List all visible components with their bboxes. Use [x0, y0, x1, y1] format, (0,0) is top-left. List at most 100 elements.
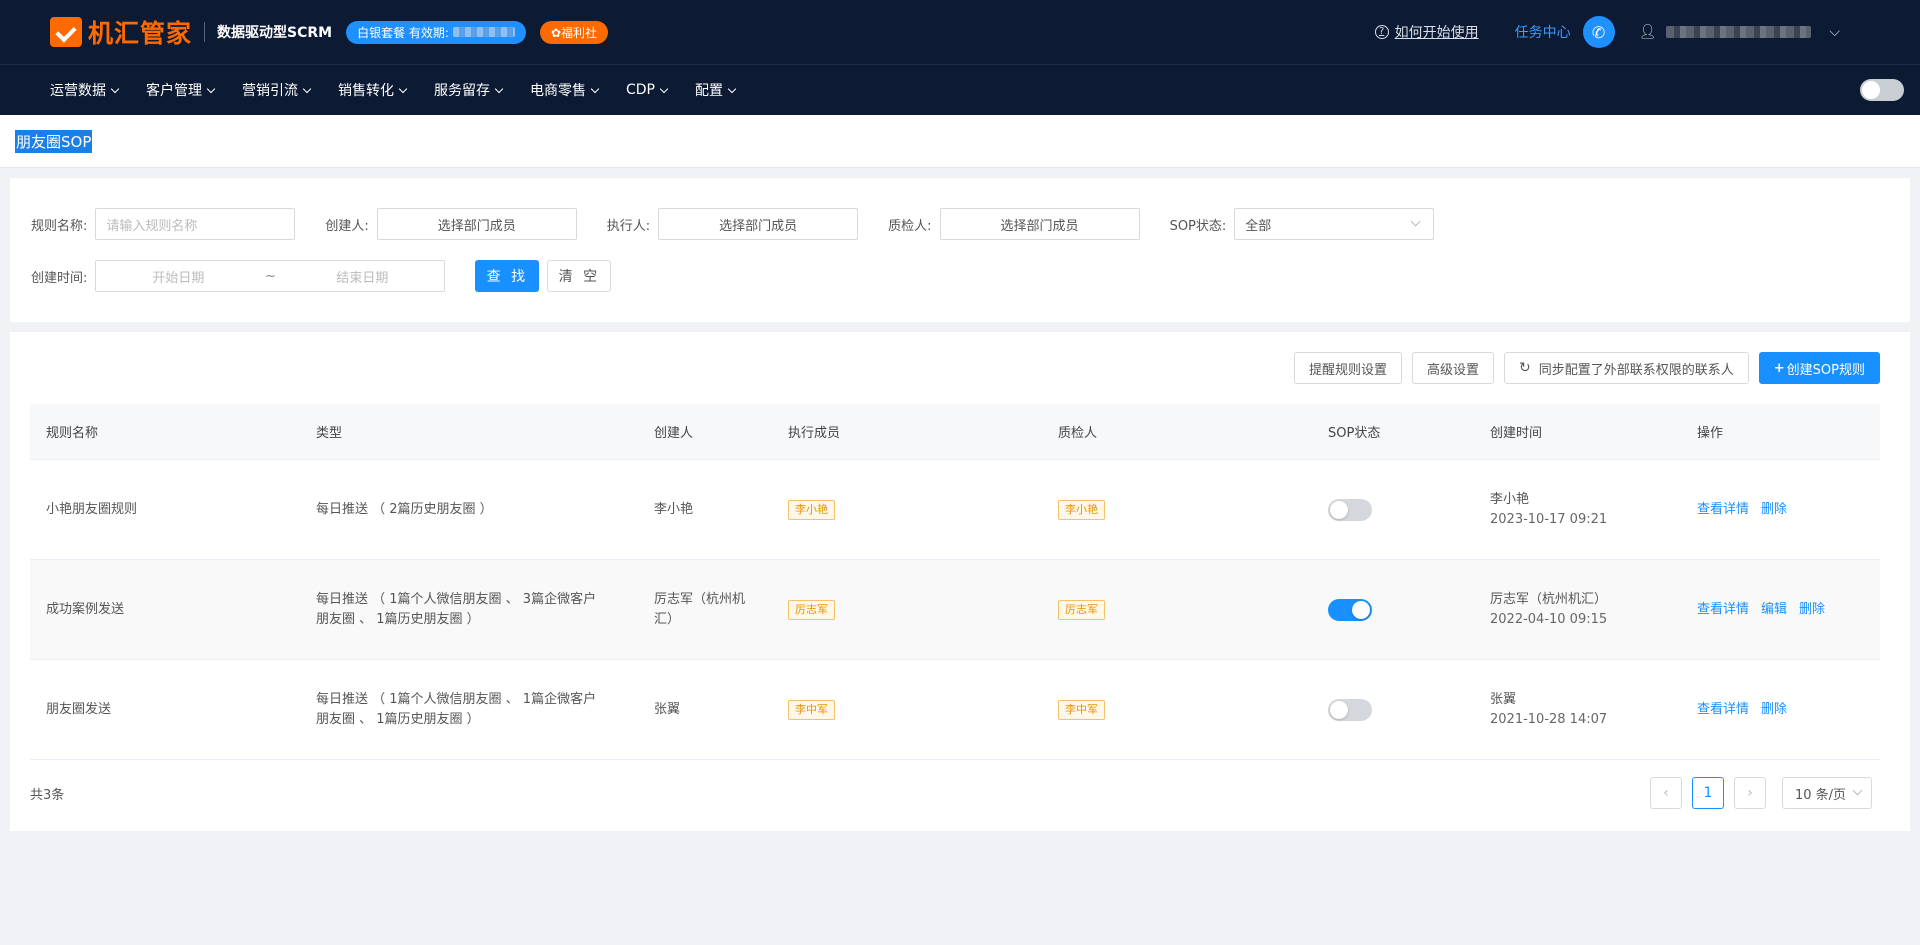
nav-item-config[interactable]: 配置: [695, 80, 737, 100]
executor-tag: 李小艳: [788, 499, 835, 520]
chevron-down-icon: [110, 84, 120, 93]
nav-item-cdp[interactable]: CDP: [626, 82, 669, 98]
reminder-settings-button[interactable]: 提醒规则设置: [1293, 352, 1402, 384]
nav-item-ops-data[interactable]: 运营数据: [50, 80, 120, 100]
column-header: 创建时间: [1490, 426, 1543, 441]
gift-icon: ✿: [550, 25, 562, 40]
plus-icon: +: [1773, 360, 1785, 376]
rules-table: 规则名称 类型 创建人 执行成员 质检人 SOP状态 创建时间 操作 小艳朋友圈…: [30, 404, 1880, 760]
chevron-left-icon: ‹: [1663, 785, 1669, 801]
sop-status-toggle[interactable]: [1328, 698, 1372, 721]
nav-item-marketing[interactable]: 营销引流: [242, 80, 312, 100]
welfare-badge[interactable]: ✿福利社: [539, 20, 609, 44]
chevron-down-icon: [659, 84, 669, 93]
brand-logo[interactable]: 机汇管家: [50, 14, 192, 50]
delete-link[interactable]: 删除: [1799, 602, 1825, 617]
sop-status-toggle[interactable]: [1328, 498, 1372, 521]
executor-tag: 李中军: [788, 699, 835, 720]
row-actions: 查看详情 删除: [1681, 500, 1869, 520]
column-header: 执行成员: [788, 426, 841, 441]
chevron-down-icon: [206, 84, 216, 93]
view-details-link[interactable]: 查看详情: [1697, 502, 1749, 517]
row-actions: 查看详情 编辑 删除: [1681, 600, 1869, 620]
table-row: 朋友圈发送 每日推送 （ 1篇个人微信朋友圈 、 1篇企微客户朋友圈 、 1篇历…: [30, 660, 1880, 760]
executor-cell: 李小艳: [772, 499, 1042, 520]
date-range-picker[interactable]: 开始日期 ~ 结束日期: [95, 260, 446, 292]
view-details-link[interactable]: 查看详情: [1697, 702, 1749, 717]
phone-icon[interactable]: ✆: [1582, 16, 1615, 48]
sync-external-button[interactable]: ↻ 同步配置了外部联系权限的联系人: [1504, 352, 1749, 384]
plan-badge[interactable]: 白银套餐 有效期:: [346, 20, 526, 44]
nav-label: CDP: [626, 82, 655, 98]
rule-name-input[interactable]: 请输入规则名称: [95, 208, 296, 240]
chevron-right-icon: ›: [1747, 785, 1753, 801]
inspector-cell: 李小艳: [1042, 499, 1312, 520]
nav-label: 客户管理: [146, 83, 202, 99]
creator-label: 创建人:: [325, 218, 369, 234]
nav-label: 销售转化: [338, 83, 394, 99]
created-by: 厉志军（杭州机汇）: [1490, 591, 1608, 607]
rule-type: 每日推送 （ 1篇个人微信朋友圈 、 1篇企微客户朋友圈 、 1篇历史朋友圈 ）: [316, 691, 597, 727]
inspector-select[interactable]: 选择部门成员: [939, 208, 1140, 240]
created-time-label: 创建时间:: [31, 270, 88, 286]
nav-item-sales[interactable]: 销售转化: [338, 80, 408, 100]
page-size-select[interactable]: 10 条/页: [1782, 777, 1872, 809]
pagination: ‹ 1 › 10 条/页: [1650, 777, 1872, 809]
created-by: 张翼: [1490, 691, 1517, 707]
sop-status-toggle[interactable]: [1328, 598, 1372, 621]
column-header: 操作: [1697, 426, 1724, 441]
prev-page-button[interactable]: ‹: [1650, 777, 1682, 809]
rule-name: 朋友圈发送: [46, 701, 112, 717]
created-at: 2022-04-10 09:15: [1490, 611, 1608, 627]
chevron-down-icon: [1852, 785, 1863, 796]
sop-status-select[interactable]: 全部: [1234, 208, 1435, 240]
rule-creator: 李小艳: [654, 501, 694, 517]
create-sop-rule-button[interactable]: + 创建SOP规则: [1758, 352, 1880, 384]
column-header: 质检人: [1058, 426, 1098, 441]
next-page-button[interactable]: ›: [1734, 777, 1766, 809]
chevron-down-icon: [302, 84, 312, 93]
start-date-input[interactable]: 开始日期: [96, 267, 260, 286]
table-row: 成功案例发送 每日推送 （ 1篇个人微信朋友圈 、 3篇企微客户朋友圈 、 1篇…: [30, 560, 1880, 660]
task-center-link[interactable]: 任务中心: [1515, 22, 1571, 42]
nav-label: 营销引流: [242, 83, 298, 99]
nav-label: 电商零售: [530, 83, 586, 99]
main-nav: 运营数据 客户管理 营销引流 销售转化 服务留存 电商零售 CDP 配置: [0, 64, 1920, 115]
chevron-down-icon[interactable]: ⌵: [1829, 24, 1840, 40]
theme-toggle[interactable]: [1860, 79, 1904, 101]
table-toolbar: 提醒规则设置 高级设置 ↻ 同步配置了外部联系权限的联系人 + 创建SOP规则: [1293, 352, 1880, 384]
column-header: 规则名称: [46, 426, 99, 441]
rule-type: 每日推送 （ 1篇个人微信朋友圈 、 3篇企微客户朋友圈 、 1篇历史朋友圈 ）: [316, 591, 597, 627]
column-header: 类型: [316, 426, 343, 441]
view-details-link[interactable]: 查看详情: [1697, 602, 1749, 617]
column-header: SOP状态: [1328, 426, 1381, 441]
advanced-settings-button[interactable]: 高级设置: [1412, 352, 1495, 384]
header-divider: [204, 22, 206, 42]
filter-panel: 规则名称: 请输入规则名称 创建人: 选择部门成员 执行人: 选择部门成员 质检…: [10, 178, 1910, 322]
chevron-down-icon: [727, 84, 737, 93]
page-number[interactable]: 1: [1692, 777, 1724, 809]
total-count: 共3条: [30, 788, 65, 803]
executor-select[interactable]: 选择部门成员: [658, 208, 859, 240]
plan-expiry-redacted: [452, 27, 515, 37]
edit-link[interactable]: 编辑: [1761, 602, 1787, 617]
help-link[interactable]: ? 如何开始使用: [1374, 22, 1479, 42]
clear-button[interactable]: 清 空: [547, 260, 612, 292]
created-info: 张翼 2021-10-28 14:07: [1474, 690, 1681, 730]
nav-label: 运营数据: [50, 83, 106, 99]
end-date-input[interactable]: 结束日期: [280, 267, 444, 286]
nav-label: 配置: [695, 83, 723, 99]
nav-item-ecommerce[interactable]: 电商零售: [530, 80, 600, 100]
user-name-redacted[interactable]: [1666, 26, 1812, 38]
search-button[interactable]: 查 找: [475, 260, 540, 292]
user-icon: 👤︎: [1638, 24, 1657, 40]
creator-select[interactable]: 选择部门成员: [376, 208, 577, 240]
delete-link[interactable]: 删除: [1761, 502, 1787, 517]
rule-name: 成功案例发送: [46, 601, 125, 617]
slogan: 数据驱动型SCRM: [217, 25, 333, 41]
column-header: 创建人: [654, 426, 694, 441]
sop-status-label: SOP状态:: [1169, 218, 1227, 234]
nav-item-service[interactable]: 服务留存: [434, 80, 504, 100]
delete-link[interactable]: 删除: [1761, 702, 1787, 717]
nav-item-customers[interactable]: 客户管理: [146, 80, 216, 100]
